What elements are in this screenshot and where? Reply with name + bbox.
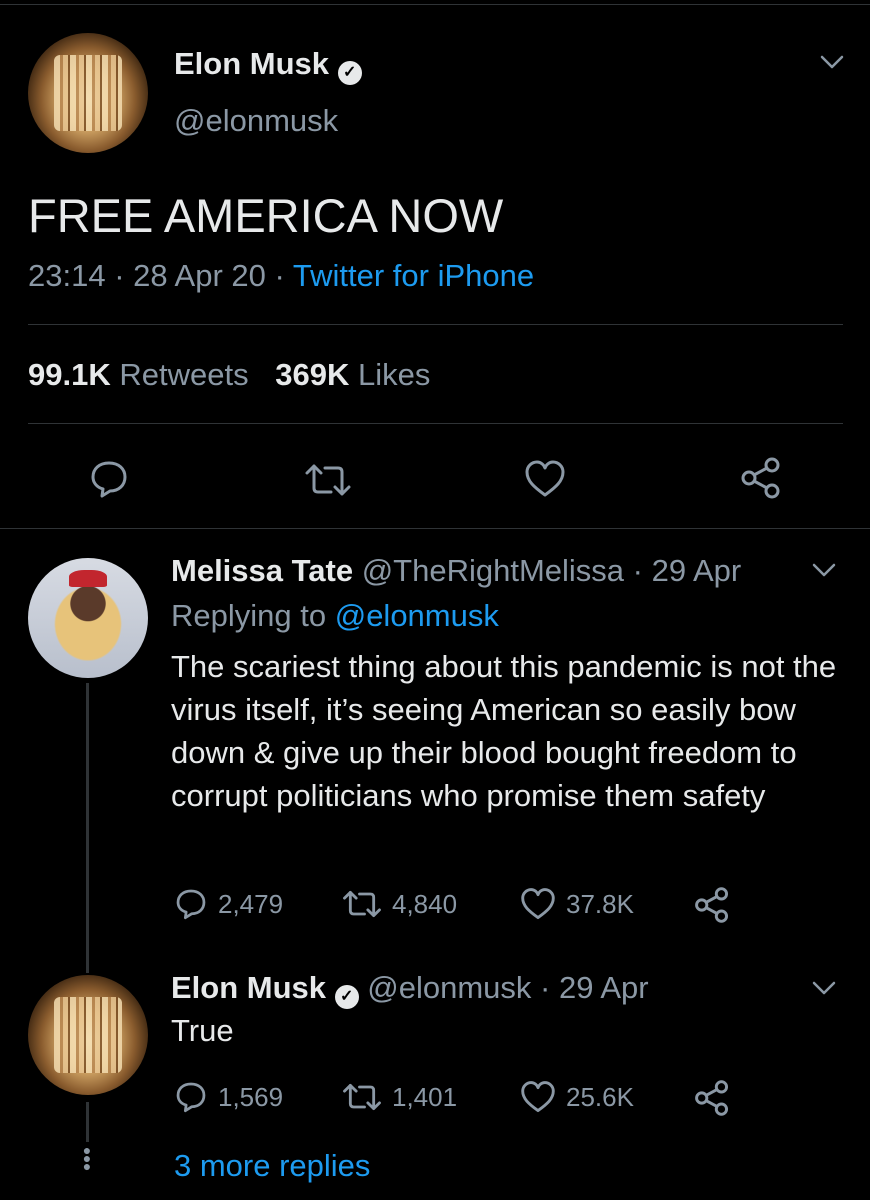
- like-action[interactable]: 37.8K: [520, 887, 634, 921]
- replying-to-link[interactable]: @elonmusk: [335, 598, 499, 633]
- like-count: 25.6K: [566, 1081, 634, 1112]
- reply-icon: [176, 1082, 206, 1113]
- chevron-down-icon[interactable]: [818, 52, 846, 72]
- meta-separator: ·: [632, 553, 643, 588]
- avatar[interactable]: [28, 558, 148, 678]
- like-icon: [521, 888, 555, 920]
- replying-to-line: Replying to @elonmusk: [171, 598, 499, 634]
- tweet-bottom-divider: [0, 528, 870, 529]
- tweet-meta: 23:14 · 28 Apr 20 · Twitter for iPhone: [28, 258, 534, 294]
- like-action[interactable]: 25.6K: [520, 1080, 634, 1114]
- meta-separator: ·: [540, 970, 551, 1005]
- reply-action[interactable]: 1,569: [174, 1080, 283, 1114]
- stats-divider: [28, 423, 843, 424]
- tweet-stats: 99.1K Retweets 369K Likes: [28, 357, 430, 393]
- author-name[interactable]: Elon Musk: [171, 970, 326, 1005]
- replying-to-prefix: Replying to: [171, 598, 327, 633]
- top-divider: [0, 4, 870, 5]
- reply-date: 29 Apr: [651, 553, 742, 588]
- retweet-count: 1,401: [392, 1081, 458, 1112]
- reply-action[interactable]: 2,479: [174, 887, 283, 921]
- author-handle[interactable]: @TheRightMelissa: [362, 553, 624, 588]
- share-icon[interactable]: [694, 1079, 730, 1117]
- likes-count: 369K: [275, 357, 350, 392]
- retweet-icon: [343, 1083, 381, 1111]
- tweet-date: 28 Apr 20: [133, 258, 266, 293]
- chevron-down-icon[interactable]: [810, 560, 838, 580]
- reply-icon[interactable]: [88, 458, 130, 500]
- retweet-action[interactable]: 4,840: [342, 887, 457, 921]
- thread-line: [86, 683, 89, 973]
- verified-icon: ✓: [334, 985, 359, 1009]
- reply-header: Elon Musk ✓ @elonmusk · 29 Apr: [171, 970, 649, 1009]
- meta-separator: ·: [114, 258, 125, 293]
- retweets-label: Retweets: [119, 357, 249, 392]
- thread-line: [86, 1102, 89, 1142]
- author-name[interactable]: Melissa Tate: [171, 553, 353, 588]
- verified-icon: ✓: [337, 61, 362, 85]
- likes-label: Likes: [357, 357, 431, 392]
- chevron-down-icon[interactable]: [810, 978, 838, 998]
- more-replies-link[interactable]: 3 more replies: [174, 1148, 370, 1184]
- tweet-source-link[interactable]: Twitter for iPhone: [293, 258, 534, 293]
- meta-separator: ·: [274, 258, 285, 293]
- reply-header: Melissa Tate @TheRightMelissa · 29 Apr: [171, 553, 741, 589]
- retweet-action[interactable]: 1,401: [342, 1080, 457, 1114]
- retweet-count: 4,840: [392, 888, 458, 919]
- tweet-time: 23:14: [28, 258, 106, 293]
- thread-dots: ● ● ●: [82, 1142, 92, 1174]
- retweets-count: 99.1K: [28, 357, 111, 392]
- reply-date: 29 Apr: [559, 970, 649, 1005]
- share-icon[interactable]: [694, 886, 730, 924]
- reply-text: True: [171, 1013, 234, 1048]
- likes-stat[interactable]: 369K Likes: [275, 357, 430, 392]
- share-icon[interactable]: [740, 456, 782, 500]
- author-line: Elon Musk ✓: [174, 46, 362, 85]
- avatar[interactable]: [28, 33, 148, 153]
- retweets-stat[interactable]: 99.1K Retweets: [28, 357, 257, 392]
- reply-count: 1,569: [218, 1081, 284, 1112]
- tweet-text: FREE AMERICA NOW: [28, 189, 504, 242]
- reply-text: The scariest thing about this pandemic i…: [171, 649, 837, 813]
- author-handle[interactable]: @elonmusk: [174, 103, 338, 139]
- author-handle[interactable]: @elonmusk: [367, 970, 531, 1005]
- like-count: 37.8K: [566, 888, 634, 919]
- reply-count: 2,479: [218, 888, 284, 919]
- avatar[interactable]: [28, 975, 148, 1095]
- like-icon[interactable]: [524, 459, 566, 499]
- retweet-icon: [343, 890, 381, 918]
- author-name[interactable]: Elon Musk: [174, 46, 329, 81]
- reply-icon: [176, 889, 206, 920]
- like-icon: [521, 1081, 555, 1113]
- meta-divider: [28, 324, 843, 325]
- retweet-icon[interactable]: [304, 460, 352, 500]
